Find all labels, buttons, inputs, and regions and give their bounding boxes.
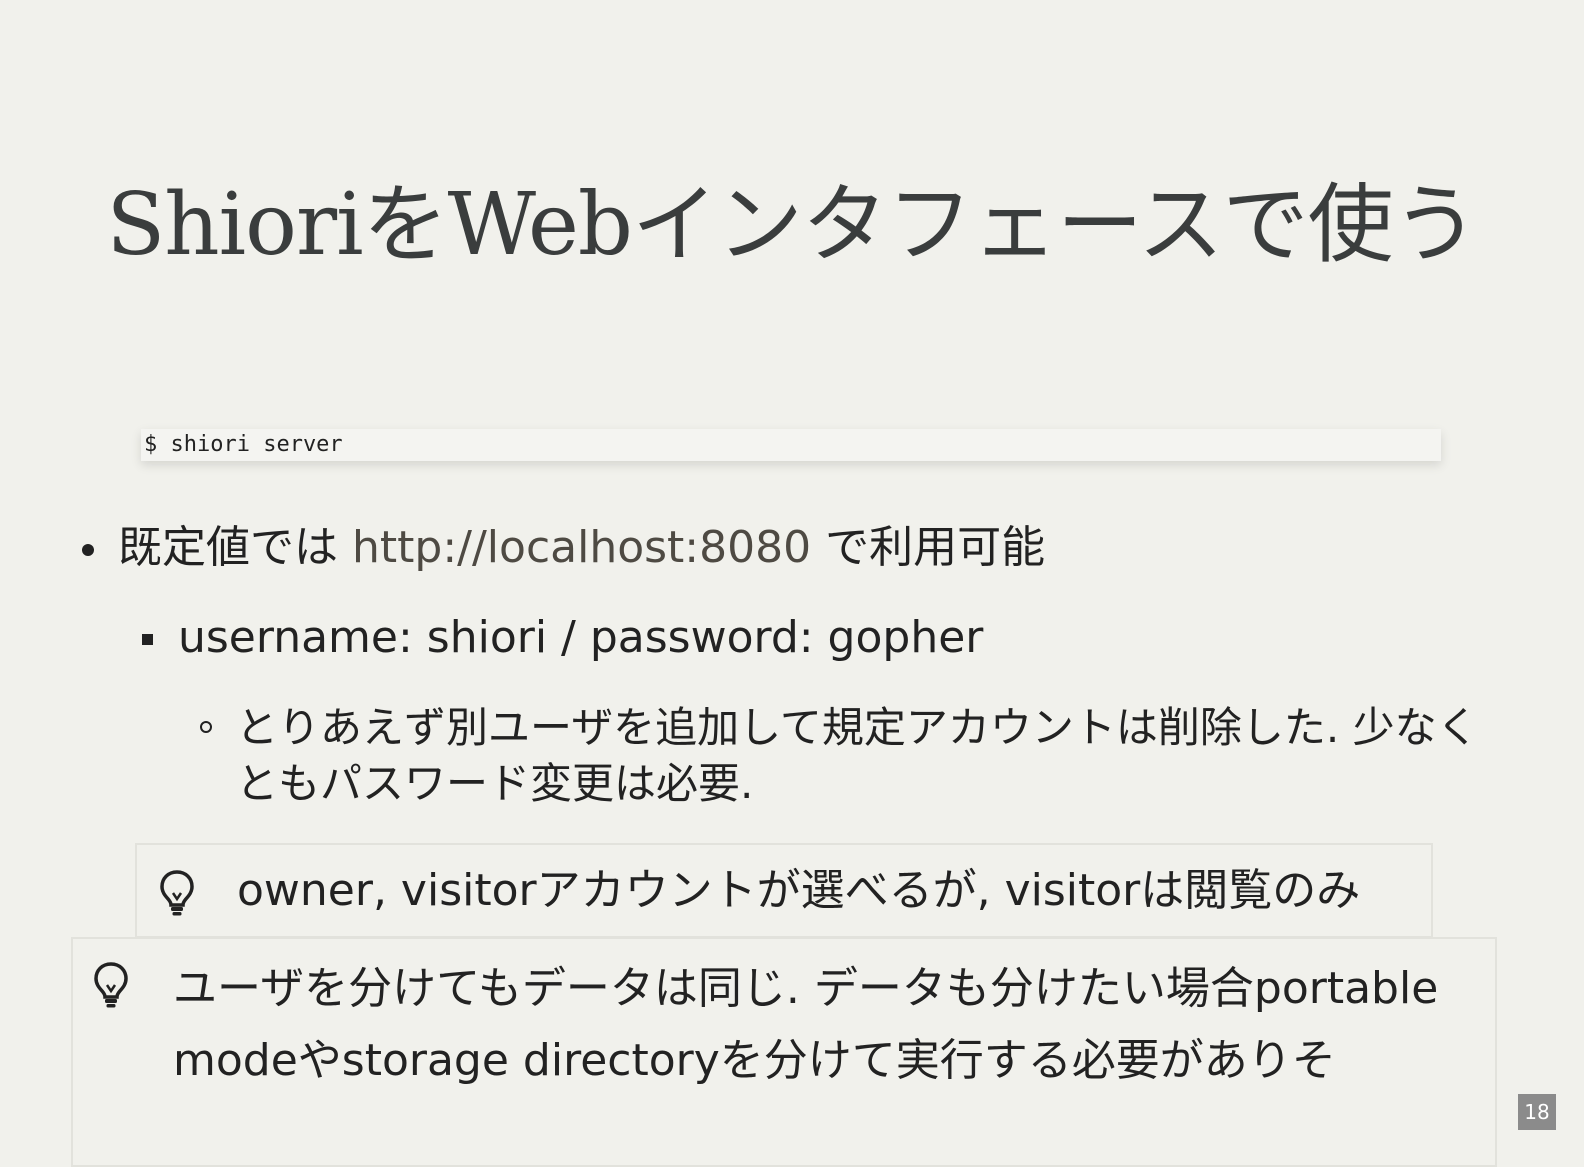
code-block: $ shiori server — [141, 429, 1441, 461]
page-number: 18 — [1518, 1094, 1556, 1130]
slide-title: ShioriをWebインタフェースで使う — [106, 175, 1478, 275]
lightbulb-icon — [159, 869, 195, 928]
tip-box-accounts: owner, visitorアカウントが選べるが, visitorは閲覧のみ — [135, 843, 1433, 938]
bullet-square — [142, 634, 153, 645]
localhost-link[interactable]: http://localhost:8080 — [352, 522, 811, 573]
tip-text: ユーザを分けてもデータは同じ. データも分けたい場合portable modeや… — [173, 963, 1439, 1086]
lightbulb-icon — [93, 961, 129, 1020]
bullet-suffix: で利用可能 — [811, 522, 1046, 573]
bullet-account-note: とりあえず別ユーザを追加して規定アカウントは削除した. 少なくともパスワード変更… — [198, 700, 1488, 812]
bullet-disc — [82, 544, 94, 556]
bullet-prefix: 既定値では — [118, 522, 352, 573]
bullet-circle — [200, 721, 212, 733]
bullet-text: 既定値では http://localhost:8080 で利用可能 — [118, 516, 1045, 580]
slide: ShioriをWebインタフェースで使う $ shiori server 既定値… — [0, 0, 1584, 1167]
bullet-text: username: shiori / password: gopher — [178, 612, 984, 663]
tip-text: owner, visitorアカウントが選べるが, visitorは閲覧のみ — [237, 865, 1361, 916]
bullet-text: とりあえず別ユーザを追加して規定アカウントは削除した. 少なくともパスワード変更… — [236, 703, 1479, 808]
tip-box-data: ユーザを分けてもデータは同じ. データも分けたい場合portable modeや… — [71, 937, 1497, 1167]
